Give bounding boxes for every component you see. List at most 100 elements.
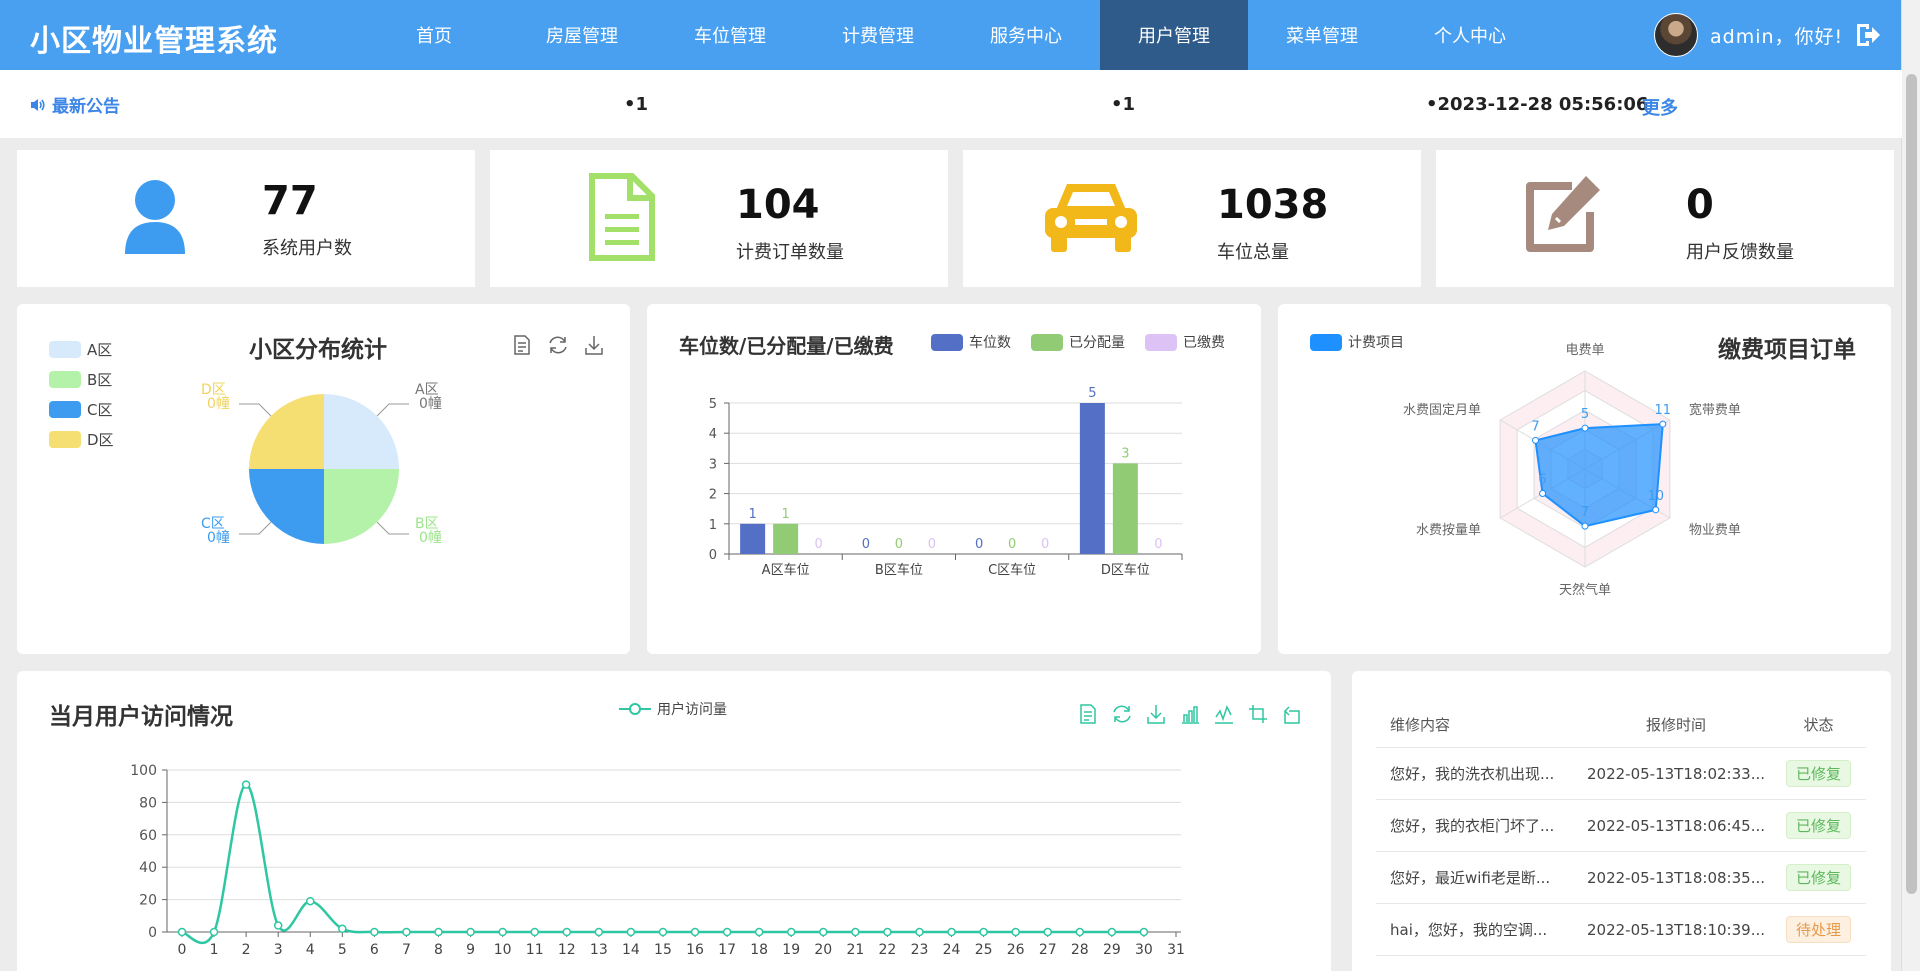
- nav-user-management[interactable]: 用户管理: [1100, 0, 1248, 70]
- x-tick-label: 2: [242, 942, 251, 958]
- x-tick-label: 23: [911, 942, 929, 958]
- label-line-d: [239, 403, 272, 417]
- y-tick-label: 2: [709, 488, 717, 503]
- table-row[interactable]: hai，您好，我的空调... 2022-05-13T18:10:39... 待处…: [1376, 903, 1866, 956]
- page-scrollbar[interactable]: [1901, 0, 1920, 971]
- pie-label-b-value: 0幢: [419, 529, 442, 546]
- table-row[interactable]: 您好，我的衣柜门坏了... 2022-05-13T18:06:45... 已修复: [1376, 799, 1866, 852]
- nav-parking-management[interactable]: 车位管理: [656, 0, 804, 70]
- bar-data-label: 5: [1088, 386, 1096, 401]
- bar-data-label: 0: [975, 537, 983, 552]
- main-nav: 首页 房屋管理 车位管理 计费管理 服务中心 用户管理 菜单管理 个人中心: [360, 0, 1544, 70]
- pie-label-d-value: 0幢: [207, 395, 230, 412]
- y-tick-label: 5: [709, 397, 717, 412]
- status-badge: 已修复: [1785, 760, 1851, 787]
- monthly-visits-panel: 当月用户访问情况 用户访问量 0 20 40 60 80 100 0 1 2 3 4 5 6 7 8 9 10 1…: [17, 671, 1331, 971]
- line-point: [177, 927, 187, 937]
- nav-service-center[interactable]: 服务中心: [952, 0, 1100, 70]
- district-distribution-panel: A区 B区 C区 D区 小区分布统计 A区 0幢 B区 0幢 C区 0幢 D区 …: [17, 304, 630, 654]
- radar-value-label: 10: [1647, 489, 1664, 504]
- bar-data-label: 0: [895, 537, 903, 552]
- stat-value: 1038: [1217, 182, 1329, 228]
- x-tick-label: D区车位: [1101, 562, 1150, 578]
- repair-list-panel: 维修内容 报修时间 状态 您好，我的洗衣机出现... 2022-05-13T18…: [1352, 671, 1891, 971]
- bar-data-label: 0: [1008, 537, 1016, 552]
- bar: [1079, 403, 1105, 554]
- radar-point: [1581, 522, 1589, 530]
- line-point: [754, 927, 764, 937]
- x-tick-label: 18: [750, 942, 768, 958]
- avatar[interactable]: [1654, 13, 1698, 57]
- table-row[interactable]: 您好，我的洗衣机出现... 2022-05-13T18:02:33... 已修复: [1376, 747, 1866, 800]
- y-tick-label: 3: [709, 457, 717, 472]
- edit-icon: [1526, 176, 1600, 252]
- line-point: [402, 927, 411, 937]
- y-tick-label: 60: [139, 828, 157, 844]
- notice-bar: 最新公告 •1 •1 •2023-12-28 05:56:06 更多: [0, 70, 1902, 138]
- notice-item[interactable]: •1: [624, 94, 648, 115]
- y-tick-label: 0: [148, 925, 157, 941]
- column-header[interactable]: 报修时间: [1581, 701, 1772, 748]
- notice-title: 最新公告: [30, 92, 120, 117]
- stat-value: 0: [1686, 182, 1714, 228]
- repair-time: 2022-05-13T18:02:33...: [1581, 747, 1772, 800]
- notice-title-text: 最新公告: [52, 97, 120, 117]
- nav-personal-center[interactable]: 个人中心: [1396, 0, 1544, 70]
- notice-more-link[interactable]: 更多: [1642, 94, 1678, 120]
- x-tick-label: 31: [1167, 942, 1185, 958]
- column-header[interactable]: 状态: [1772, 701, 1866, 748]
- x-tick-label: 27: [1039, 942, 1057, 958]
- status-badge: 待处理: [1785, 916, 1851, 943]
- line-point: [1011, 927, 1020, 937]
- parking-stats-panel: 车位数/已分配量/已缴费 车位数 已分配量 已缴费 0 1 2 3 4 5 A区车位 1 1 0 B…: [647, 304, 1261, 654]
- bar-data-label: 1: [748, 507, 756, 522]
- line-point: [883, 927, 892, 937]
- column-header[interactable]: 维修内容: [1376, 701, 1581, 748]
- x-tick-label: 10: [494, 942, 512, 958]
- notice-item[interactable]: •2023-12-28 05:56:06: [1426, 94, 1648, 115]
- label-line-a: [376, 403, 409, 417]
- speaker-icon: [31, 98, 45, 111]
- line-point: [338, 924, 347, 934]
- stat-value: 77: [262, 178, 318, 224]
- repair-content: 您好，我的洗衣机出现...: [1376, 747, 1581, 800]
- nav-house-management[interactable]: 房屋管理: [508, 0, 656, 70]
- x-tick-label: 12: [558, 942, 576, 958]
- notice-item[interactable]: •1: [1111, 94, 1135, 115]
- user-box: admin，你好!: [1654, 13, 1883, 57]
- scrollbar-thumb[interactable]: [1906, 74, 1917, 894]
- y-tick-label: 100: [130, 763, 157, 779]
- status-badge: 已修复: [1785, 812, 1851, 839]
- radar-point: [1652, 506, 1660, 514]
- document-icon: [589, 173, 655, 261]
- line-point: [1139, 927, 1149, 937]
- radar-point: [1539, 490, 1547, 497]
- y-tick-label: 0: [709, 548, 717, 563]
- x-tick-label: B区车位: [875, 562, 923, 578]
- x-tick-label: 1: [210, 942, 219, 958]
- radar-value-label: 7: [1581, 505, 1589, 520]
- bar-data-label: 0: [928, 537, 936, 552]
- nav-billing-management[interactable]: 计费管理: [804, 0, 952, 70]
- nav-menu-management[interactable]: 菜单管理: [1248, 0, 1396, 70]
- radar-point: [1659, 420, 1667, 428]
- y-tick-label: 4: [709, 427, 717, 442]
- line-series-path: [181, 783, 1144, 945]
- line-point: [370, 927, 379, 937]
- logout-icon[interactable]: [1853, 20, 1883, 50]
- x-tick-label: A区车位: [762, 562, 810, 578]
- nav-home[interactable]: 首页: [360, 0, 508, 70]
- user-greeting: admin，你好!: [1710, 25, 1844, 48]
- stat-card-users: 77 系统用户数: [17, 150, 475, 287]
- table-row[interactable]: 您好，最近wifi老是断... 2022-05-13T18:08:35... 已…: [1376, 851, 1866, 904]
- x-tick-label: 3: [274, 942, 283, 958]
- x-tick-label: 13: [590, 942, 608, 958]
- x-tick-label: 11: [526, 942, 544, 958]
- pie-chart: A区 0幢 B区 0幢 C区 0幢 D区 0幢: [201, 382, 442, 546]
- line-point: [1043, 927, 1052, 937]
- x-tick-label: 20: [814, 942, 832, 958]
- bar: [1112, 463, 1138, 554]
- radar-point: [1531, 436, 1539, 444]
- x-tick-label: 21: [846, 942, 864, 958]
- x-tick-label: 30: [1135, 942, 1153, 958]
